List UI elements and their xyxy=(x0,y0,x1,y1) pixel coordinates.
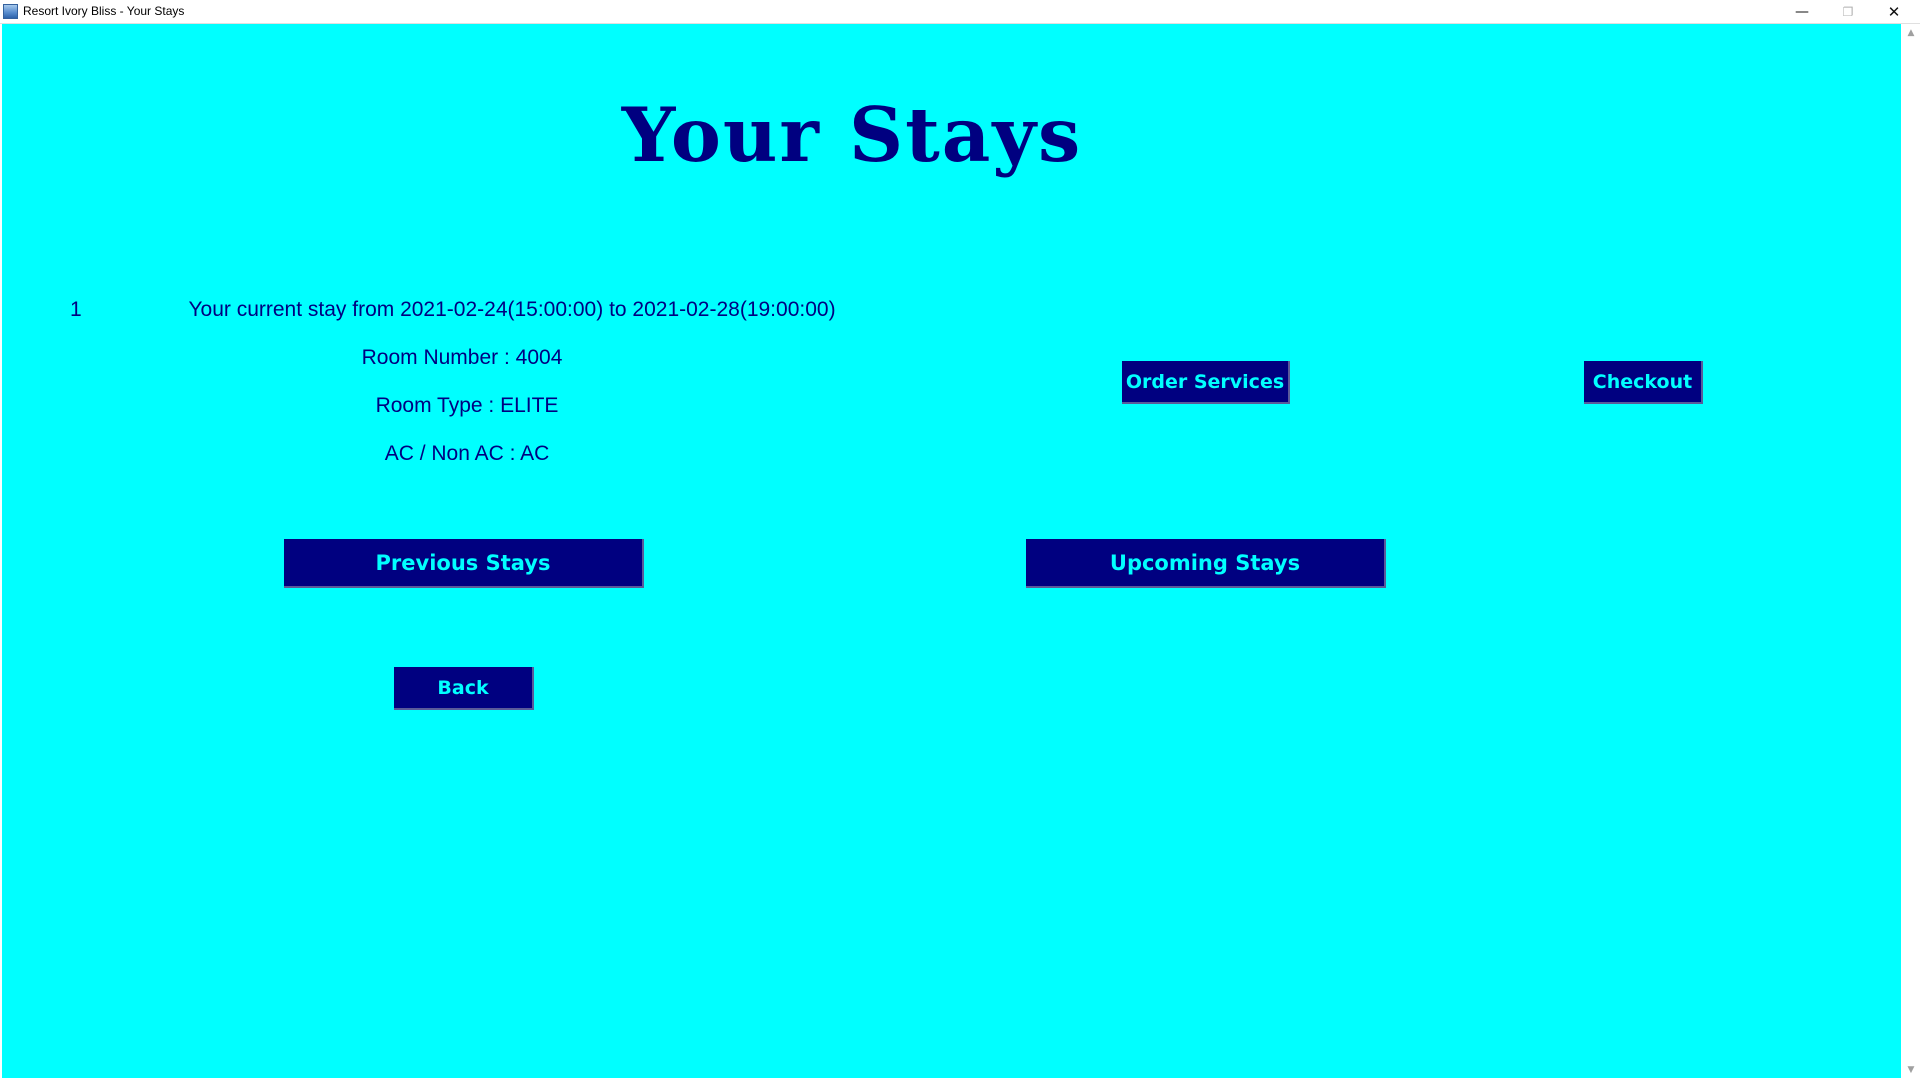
room-number: Room Number : 4004 xyxy=(361,346,563,369)
upcoming-stays-button[interactable]: Upcoming Stays xyxy=(1026,539,1386,588)
restore-icon: ❐ xyxy=(1842,5,1854,19)
scroll-down-icon[interactable]: ▼ xyxy=(1902,1061,1920,1078)
previous-stays-button[interactable]: Previous Stays xyxy=(284,539,644,588)
main-content: Your Stays 1 Your current stay from 2021… xyxy=(2,24,1901,1078)
window-title: Resort Ivory Bliss - Your Stays xyxy=(23,4,185,18)
checkout-button[interactable]: Checkout xyxy=(1584,361,1703,404)
stay-period: Your current stay from 2021-02-24(15:00:… xyxy=(188,298,836,321)
close-icon: ✕ xyxy=(1887,3,1901,21)
stay-index: 1 xyxy=(70,298,82,321)
room-type: Room Type : ELITE xyxy=(375,394,559,417)
close-button[interactable]: ✕ xyxy=(1872,0,1916,24)
scroll-up-icon[interactable]: ▲ xyxy=(1902,24,1920,41)
minimize-button[interactable]: — xyxy=(1780,0,1824,24)
ac-type: AC / Non AC : AC xyxy=(384,442,550,465)
minimize-icon: — xyxy=(1795,4,1809,20)
back-button[interactable]: Back xyxy=(394,667,534,710)
vertical-scrollbar[interactable]: ▲ ▼ xyxy=(1902,24,1920,1078)
order-services-button[interactable]: Order Services xyxy=(1122,361,1290,404)
maximize-button[interactable]: ❐ xyxy=(1826,0,1870,24)
window-titlebar[interactable]: Resort Ivory Bliss - Your Stays — ❐ ✕ xyxy=(0,0,1920,24)
app-icon xyxy=(3,4,18,19)
page-title: Your Stays xyxy=(621,91,1083,179)
